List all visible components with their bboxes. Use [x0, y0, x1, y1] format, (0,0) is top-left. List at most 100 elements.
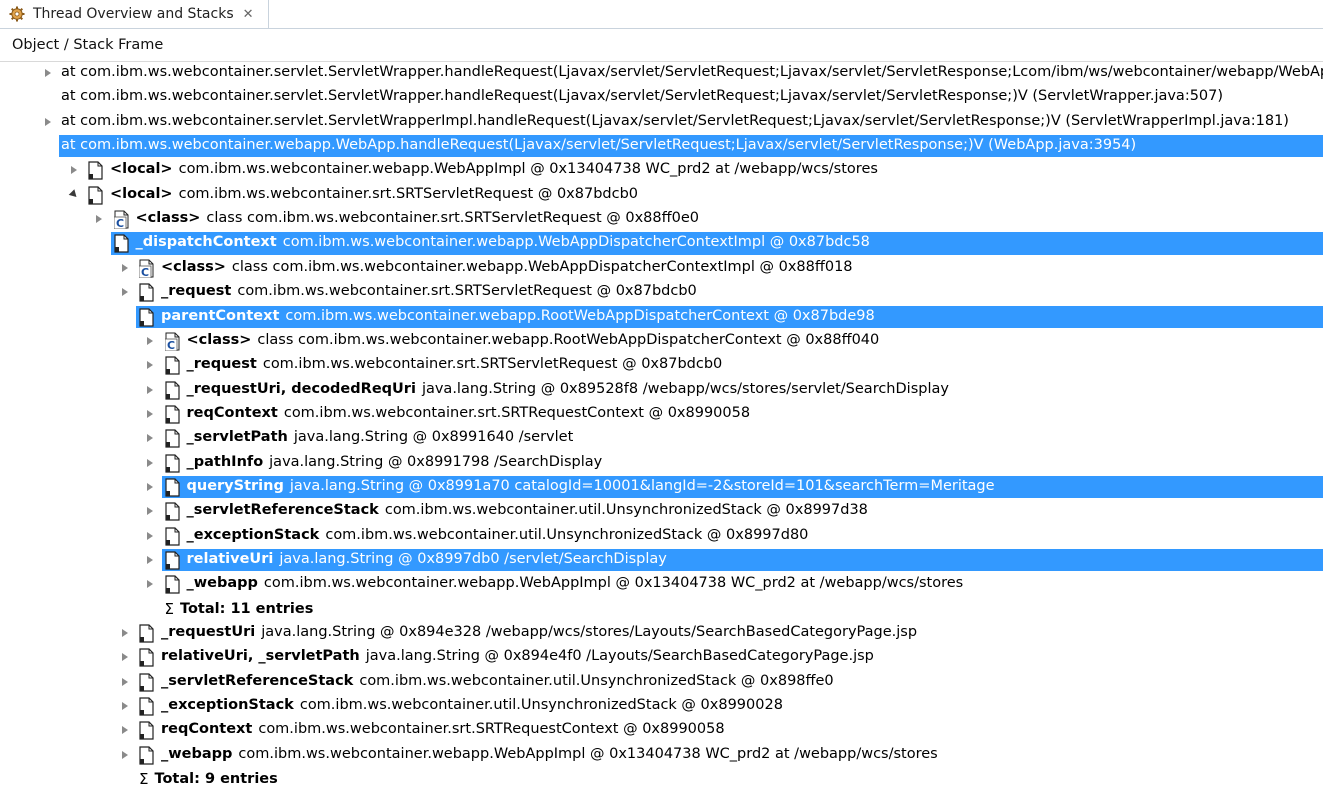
sigma-icon: Σ	[164, 599, 174, 618]
collapsed-chevron-icon[interactable]	[144, 505, 156, 517]
row-value: com.ibm.ws.webcontainer.srt.SRTRequestCo…	[283, 404, 751, 421]
row-name: <local>	[110, 161, 173, 178]
tree-row[interactable]: _request com.ibm.ws.webcontainer.srt.SRTS…	[0, 280, 1323, 304]
tree-row[interactable]: reqContext com.ibm.ws.webcontainer.srt.SR…	[0, 718, 1323, 742]
collapsed-chevron-icon[interactable]	[119, 286, 131, 298]
tree-row[interactable]: relativeUri, _servletPath java.lang.Strin…	[0, 645, 1323, 669]
field-icon	[139, 721, 154, 741]
tree-row[interactable]: at com.ibm.ws.webcontainer.servlet.Servl…	[0, 85, 1323, 109]
expanded-chevron-icon[interactable]	[93, 237, 105, 249]
row-name: _servletReferenceStack	[186, 502, 379, 519]
tree-row[interactable]: at com.ibm.ws.webcontainer.servlet.Servl…	[0, 110, 1323, 134]
expanded-chevron-icon[interactable]	[68, 189, 80, 201]
close-icon[interactable]: ✕	[243, 7, 254, 22]
field-icon	[164, 502, 180, 521]
tree-row[interactable]: _exceptionStack com.ibm.ws.webcontainer.u…	[0, 524, 1323, 548]
row-name: _webapp	[186, 575, 258, 592]
row-value: com.ibm.ws.webcontainer.webapp.WebAppImp…	[178, 161, 878, 178]
tree-row[interactable]: _servletReferenceStack com.ibm.ws.webcont…	[0, 499, 1323, 523]
row-name: _webapp	[161, 745, 233, 762]
tree-row[interactable]: C <class> class com.ibm.ws.webcontainer.we…	[0, 256, 1323, 280]
row-value: com.ibm.ws.webcontainer.srt.SRTServletRe…	[178, 185, 639, 202]
collapsed-chevron-icon[interactable]	[119, 749, 131, 761]
tree-row[interactable]: reqContext com.ibm.ws.webcontainer.srt.SR…	[0, 402, 1323, 426]
tree-row[interactable]: _webapp com.ibm.ws.webcontainer.webapp.We…	[0, 743, 1323, 767]
collapsed-chevron-icon[interactable]	[119, 676, 131, 688]
collapsed-chevron-icon[interactable]	[119, 724, 131, 736]
tree-row[interactable]: parentContext com.ibm.ws.webcontainer.web…	[0, 305, 1323, 329]
collapsed-chevron-icon[interactable]	[42, 116, 54, 128]
row-value: java.lang.String @ 0x8997db0 /servlet/Se…	[279, 551, 667, 567]
tree-row[interactable]: <local> com.ibm.ws.webcontainer.webapp.We…	[0, 158, 1323, 182]
collapsed-chevron-icon[interactable]	[93, 213, 105, 225]
collapsed-chevron-icon[interactable]	[144, 408, 156, 420]
row-name: _requestUri, decodedReqUri	[186, 380, 416, 397]
column-header[interactable]: Object / Stack Frame	[0, 29, 1323, 62]
row-value: at com.ibm.ws.webcontainer.webapp.WebApp…	[61, 137, 1137, 154]
expanded-chevron-icon[interactable]	[42, 140, 54, 152]
field-icon	[164, 478, 180, 497]
row-value: at com.ibm.ws.webcontainer.servlet.Servl…	[61, 64, 1323, 80]
row-value: com.ibm.ws.webcontainer.util.Unsynchroni…	[359, 672, 834, 689]
tree-row[interactable]: at com.ibm.ws.webcontainer.servlet.Servl…	[0, 61, 1323, 85]
row-value: java.lang.String @ 0x8991640 /servlet	[293, 429, 574, 446]
tree-row[interactable]: _request com.ibm.ws.webcontainer.srt.SRTS…	[0, 353, 1323, 377]
row-name: reqContext	[161, 721, 253, 738]
collapsed-chevron-icon[interactable]	[144, 554, 156, 566]
tree-row[interactable]: relativeUri java.lang.String @ 0x8997db0 …	[0, 548, 1323, 572]
collapsed-chevron-icon[interactable]	[144, 335, 156, 347]
stack-tree[interactable]: at com.ibm.ws.webcontainer.servlet.Servl…	[0, 61, 1323, 802]
class-icon: C	[113, 210, 129, 230]
row-name: Total: 11 entries	[179, 600, 314, 617]
tree-row[interactable]: _requestUri, decodedReqUri java.lang.Stri…	[0, 378, 1323, 402]
tab-thread-overview[interactable]: Thread Overview and Stacks ✕	[0, 0, 269, 28]
tree-row[interactable]: C <class> class com.ibm.ws.webcontainer.we…	[0, 329, 1323, 353]
thread-gear-icon	[9, 6, 25, 22]
collapsed-chevron-icon[interactable]	[144, 432, 156, 444]
tree-row[interactable]: _exceptionStack com.ibm.ws.webcontainer.u…	[0, 694, 1323, 718]
tree-row[interactable]: at com.ibm.ws.webcontainer.webapp.WebApp…	[0, 134, 1323, 158]
collapsed-chevron-icon[interactable]	[119, 262, 131, 274]
field-icon	[164, 527, 180, 546]
collapsed-chevron-icon[interactable]	[144, 481, 156, 493]
tree-row[interactable]: _dispatchContext com.ibm.ws.webcontainer.…	[0, 231, 1323, 255]
field-icon	[164, 405, 180, 424]
collapsed-chevron-icon[interactable]	[144, 457, 156, 469]
tree-row[interactable]: _servletReferenceStack com.ibm.ws.webcont…	[0, 670, 1323, 694]
collapsed-chevron-icon[interactable]	[119, 651, 131, 663]
tree-row[interactable]: _pathInfo java.lang.String @ 0x8991798 /S…	[0, 451, 1323, 475]
collapsed-chevron-icon[interactable]	[42, 67, 54, 79]
tree-row[interactable]: Σ Total: 9 entries	[0, 767, 1323, 791]
row-name: relativeUri	[186, 551, 274, 567]
row-value: class com.ibm.ws.webcontainer.srt.SRTSer…	[206, 210, 699, 227]
row-name: relativeUri, _servletPath	[161, 648, 360, 665]
collapsed-chevron-icon[interactable]	[119, 627, 131, 639]
tree-row[interactable]: <local> com.ibm.ws.webcontainer.srt.SRTSe…	[0, 183, 1323, 207]
collapsed-chevron-icon[interactable]	[119, 700, 131, 712]
collapsed-chevron-icon[interactable]	[144, 578, 156, 590]
row-name: reqContext	[186, 404, 278, 421]
class-icon: C	[164, 332, 180, 352]
row-name: _request	[161, 283, 232, 300]
collapsed-chevron-icon[interactable]	[144, 384, 156, 396]
expanded-chevron-icon[interactable]	[119, 311, 131, 323]
collapsed-chevron-icon[interactable]	[144, 530, 156, 542]
tree-row[interactable]: _webapp com.ibm.ws.webcontainer.webapp.We…	[0, 572, 1323, 596]
tree-row[interactable]: queryString java.lang.String @ 0x8991a70 …	[0, 475, 1323, 499]
tree-row[interactable]: C <class> class com.ibm.ws.webcontainer.sr…	[0, 207, 1323, 231]
row-value: com.ibm.ws.webcontainer.webapp.WebAppImp…	[263, 575, 964, 592]
tree-row[interactable]: Σ Total: 11 entries	[0, 597, 1323, 621]
collapsed-chevron-icon[interactable]	[68, 164, 80, 176]
tree-row[interactable]: _servletPath java.lang.String @ 0x8991640…	[0, 426, 1323, 450]
tree-row[interactable]: _requestUri java.lang.String @ 0x894e328 …	[0, 621, 1323, 645]
row-value: com.ibm.ws.webcontainer.util.Unsynchroni…	[325, 526, 809, 543]
row-name: _dispatchContext	[135, 234, 277, 251]
tab-bar: Thread Overview and Stacks ✕	[0, 0, 1323, 29]
row-value: java.lang.String @ 0x89528f8 /webapp/wcs…	[421, 380, 949, 397]
collapsed-chevron-icon[interactable]	[144, 359, 156, 371]
field-icon	[164, 356, 180, 375]
row-name: _exceptionStack	[161, 697, 294, 714]
row-value: com.ibm.ws.webcontainer.webapp.WebAppImp…	[238, 745, 938, 762]
row-value: com.ibm.ws.webcontainer.srt.SRTRequestCo…	[258, 721, 725, 738]
row-name: _request	[186, 356, 257, 373]
